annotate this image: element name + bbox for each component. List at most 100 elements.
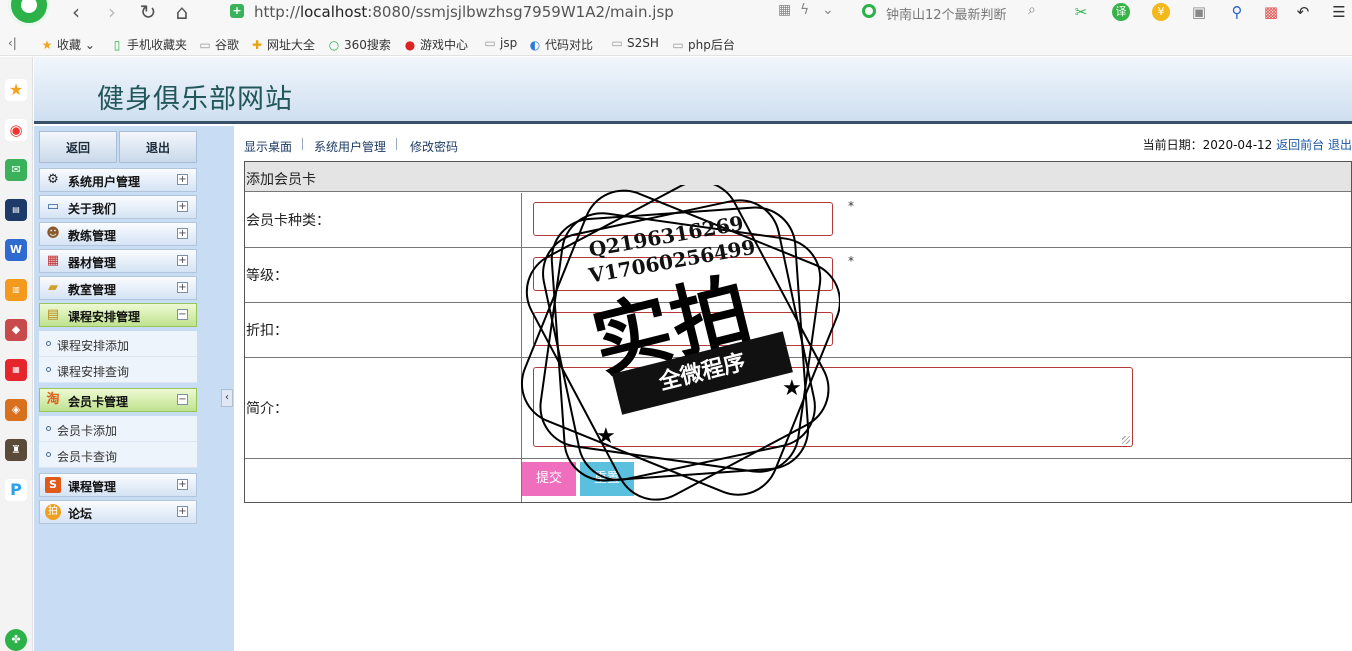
nav-separator — [302, 138, 303, 150]
collapse-icon[interactable]: − — [177, 309, 188, 320]
novel-icon[interactable]: ▥ — [5, 279, 27, 301]
expand-icon[interactable]: + — [177, 506, 188, 517]
search-engine-icon — [862, 4, 876, 18]
s-logo-icon: S — [45, 477, 61, 493]
menu-item-forum[interactable]: 拍 论坛 + — [39, 500, 197, 524]
coin-icon[interactable]: ¥ — [1152, 3, 1170, 21]
menu-item-about[interactable]: ▭ 关于我们 + — [39, 195, 197, 219]
bullet-icon — [46, 367, 51, 372]
weibo-icon[interactable]: ◉ — [5, 119, 27, 141]
apps-grid-icon[interactable]: ▩ — [1262, 3, 1280, 21]
expand-icon[interactable]: + — [177, 255, 188, 266]
game-icon[interactable]: ◆ — [5, 319, 27, 341]
bookmark-php[interactable]: ▭ php后台 — [671, 36, 735, 53]
app-header: 健身俱乐部网站 — [34, 57, 1352, 124]
front-page-link[interactable]: 返回前台 — [1276, 138, 1324, 152]
nav-separator — [396, 138, 397, 150]
bookmark-google[interactable]: ▭ 谷歌 — [198, 36, 239, 53]
bookmark-s2sh[interactable]: ▭ S2SH — [610, 36, 659, 50]
nav-change-password[interactable]: 修改密码 — [410, 138, 458, 155]
lightning-icon[interactable]: ϟ — [800, 2, 809, 18]
bookmark-jsp[interactable]: ▭ jsp — [483, 36, 517, 50]
bookmark-sites[interactable]: ✚ 网址大全 — [250, 36, 315, 53]
qrcode-icon[interactable]: ▦ — [778, 2, 791, 18]
p-icon[interactable]: P — [5, 479, 27, 501]
row-discount: 折扣： — [245, 303, 1351, 358]
nav-system-users[interactable]: 系统用户管理 — [314, 138, 386, 155]
site-title: 健身俱乐部网站 — [97, 84, 293, 115]
refresh-icon[interactable]: ↻ — [136, 1, 160, 25]
sidebar-collapse-button[interactable]: ‹ — [221, 389, 233, 407]
back-icon[interactable]: ‹ — [64, 1, 88, 25]
nav-show-desktop[interactable]: 显示桌面 — [244, 138, 292, 155]
menu-item-courses[interactable]: S 课程管理 + — [39, 473, 197, 497]
sub-item-card-query[interactable]: 会员卡查询 — [39, 442, 197, 468]
menu-item-system-users[interactable]: ⚙ 系统用户管理 + — [39, 168, 197, 192]
row-actions: 提交 重置 — [245, 459, 1351, 502]
calendar-icon: ▦ — [46, 253, 60, 268]
required-mark: * — [848, 199, 854, 213]
magnifier-icon[interactable]: ⚲ — [1228, 3, 1246, 21]
logout-link[interactable]: 退出 — [1328, 138, 1352, 152]
row-level: 等级： * — [245, 248, 1351, 303]
menu-item-schedule[interactable]: ▤ 课程安排管理 − — [39, 303, 197, 327]
sub-item-schedule-add[interactable]: 课程安排添加 — [39, 331, 197, 357]
menu-icon[interactable]: ☰ — [1330, 3, 1348, 21]
dropdown-icon[interactable]: ⌄ — [822, 2, 834, 18]
word-icon[interactable]: W — [5, 239, 27, 261]
image-icon[interactable]: ▣ — [1190, 3, 1208, 21]
expand-icon[interactable]: + — [177, 282, 188, 293]
bookmark-favorites[interactable]: ★ 收藏 ⌄ — [40, 36, 95, 53]
back-button[interactable]: 返回 — [39, 131, 117, 163]
menu-item-classrooms[interactable]: ▰ 教室管理 + — [39, 276, 197, 300]
logout-button[interactable]: 退出 — [119, 131, 197, 163]
expand-icon[interactable]: + — [177, 228, 188, 239]
level-label: 等级： — [246, 268, 288, 284]
game3-icon[interactable]: ♜ — [5, 439, 27, 461]
sub-item-card-add[interactable]: 会员卡添加 — [39, 416, 197, 442]
expand-icon[interactable]: + — [177, 479, 188, 490]
search-icon[interactable]: ⌕ — [1028, 2, 1036, 18]
browser-side-rail: ★ ◉ ✉ ▤ W ▥ ◆ ▦ ◈ ♜ P ✤ — [0, 57, 33, 651]
url-text[interactable]: http://localhost:8080/ssmjsjlbwzhsg7959W… — [254, 3, 674, 21]
forum-icon: 拍 — [45, 504, 61, 520]
resize-grip-icon[interactable] — [1122, 436, 1130, 444]
discount-label: 折扣： — [246, 323, 288, 339]
clover-icon[interactable]: ✤ — [5, 629, 27, 651]
submit-button[interactable]: 提交 — [522, 462, 576, 496]
search-input[interactable]: 钟南山12个最新判断 — [886, 4, 1007, 23]
taobao-icon: 淘 — [46, 392, 60, 407]
address-bar[interactable]: + http://localhost:8080/ssmjsjlbwzhsg795… — [222, 0, 842, 26]
row-card-type: 会员卡种类： * — [245, 193, 1351, 248]
menu-item-coaches[interactable]: ☻ 教练管理 + — [39, 222, 197, 246]
bookmark-diff[interactable]: ◐ 代码对比 — [528, 36, 593, 53]
bookmark-games[interactable]: ● 游戏中心 — [403, 36, 468, 53]
monitor-icon: ▭ — [46, 199, 60, 214]
mail-icon[interactable]: ✉ — [5, 159, 27, 181]
translate-icon[interactable]: 译 — [1112, 3, 1130, 21]
expand-icon[interactable]: + — [177, 174, 188, 185]
browser-logo-icon[interactable] — [8, 0, 50, 26]
expand-icon[interactable]: + — [177, 201, 188, 212]
menu-top-buttons: 返回 退出 — [39, 131, 197, 163]
game2-icon[interactable]: ◈ — [5, 399, 27, 421]
menu-item-equipment[interactable]: ▦ 器材管理 + — [39, 249, 197, 273]
scissors-icon[interactable]: ✂ — [1072, 3, 1090, 21]
search-box[interactable]: 钟南山12个最新判断 ⌕ — [852, 0, 1052, 24]
clipboard-icon: ▤ — [46, 307, 60, 322]
star-icon[interactable]: ★ — [5, 79, 27, 101]
bookmark-mobile[interactable]: ▯ 手机收藏夹 — [110, 36, 187, 53]
bookmark-360search[interactable]: ○ 360搜索 — [327, 36, 391, 53]
reset-button[interactable]: 重置 — [580, 462, 634, 496]
collapse-icon[interactable]: − — [177, 394, 188, 405]
sidebar-toggle-icon[interactable]: ‹| — [8, 36, 17, 50]
sub-item-schedule-query[interactable]: 课程安排查询 — [39, 357, 197, 383]
school-icon[interactable]: ▤ — [5, 199, 27, 221]
forward-icon[interactable]: › — [100, 1, 124, 25]
redbook-icon[interactable]: ▦ — [5, 359, 27, 381]
home-icon[interactable]: ⌂ — [170, 1, 194, 25]
undo-icon[interactable]: ↶ — [1294, 3, 1312, 21]
top-nav: 显示桌面 系统用户管理 修改密码 当前日期：2020-04-12 返回前台 退出 — [236, 132, 1352, 154]
bullet-icon — [46, 452, 51, 457]
menu-item-member-cards[interactable]: 淘 会员卡管理 − — [39, 388, 197, 412]
